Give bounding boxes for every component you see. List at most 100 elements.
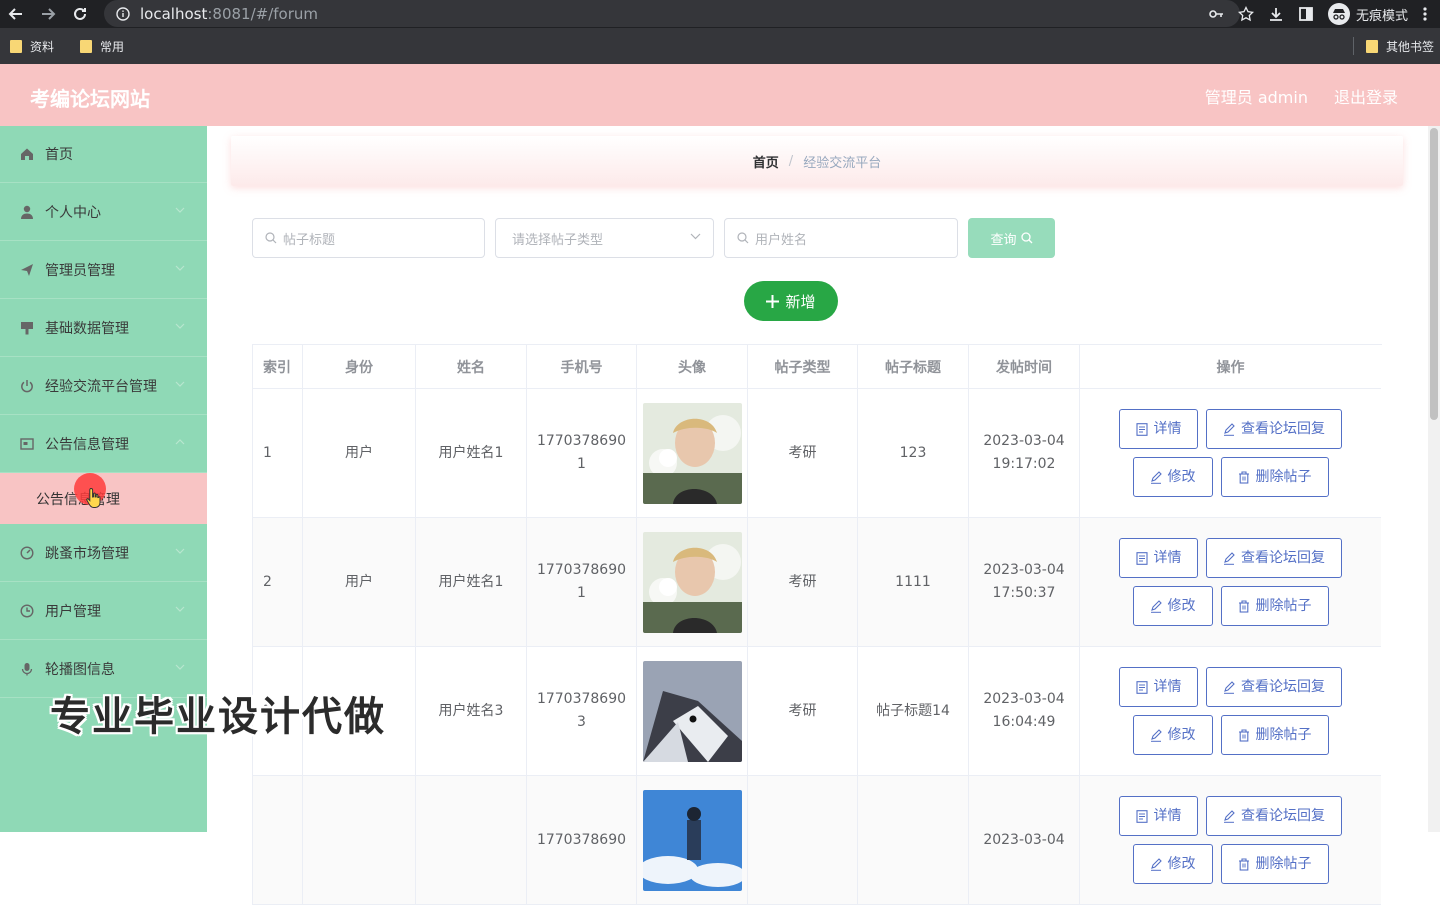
query-label: 查询 xyxy=(990,232,1017,248)
breadcrumb-home[interactable]: 首页 xyxy=(753,152,779,171)
cell-type: 考研 xyxy=(748,518,858,647)
breadcrumb-current: 经验交流平台 xyxy=(803,155,882,171)
avatar-image[interactable] xyxy=(642,789,742,891)
query-button[interactable]: 查询 xyxy=(968,218,1055,258)
delete-label: 删除帖子 xyxy=(1255,468,1312,485)
cell-name: 用户姓名1 xyxy=(416,389,527,518)
view-replies-button[interactable]: 查看论坛回复 xyxy=(1206,796,1342,836)
document-icon xyxy=(1135,680,1148,694)
sidebar-item-admins[interactable]: 管理员管理 xyxy=(0,241,207,299)
sidebar-item-label: 基础数据管理 xyxy=(45,320,129,337)
avatar-image[interactable] xyxy=(642,531,742,633)
cell-phone: 1770378690 xyxy=(527,776,637,905)
view-replies-button[interactable]: 查看论坛回复 xyxy=(1206,538,1342,578)
column-header-index: 索引 xyxy=(253,345,303,389)
edit-icon xyxy=(1150,599,1162,613)
logout-link[interactable]: 退出登录 xyxy=(1334,84,1398,108)
download-icon[interactable] xyxy=(1268,6,1284,22)
back-button[interactable] xyxy=(0,0,32,28)
site-title: 考编论坛网站 xyxy=(30,87,150,111)
other-bookmarks[interactable]: 其他书签 xyxy=(1352,28,1434,64)
sidebar-subitem-notice-manage[interactable]: 公告信息管理 xyxy=(0,473,207,524)
sidepanel-icon[interactable] xyxy=(1298,6,1314,22)
action-row-1: 详情 查看论坛回复 xyxy=(1119,667,1342,707)
delete-button[interactable]: 删除帖子 xyxy=(1220,586,1329,626)
document-icon xyxy=(1135,422,1148,436)
sidebar-item-label: 用户管理 xyxy=(45,603,101,620)
action-row-2: 修改 删除帖子 xyxy=(1132,586,1329,626)
sidebar-item-label: 公告信息管理 xyxy=(45,436,129,453)
sidebar-item-basic-data[interactable]: 基础数据管理 xyxy=(0,299,207,357)
app-header: 考编论坛网站 管理员 admin 退出登录 xyxy=(0,64,1440,126)
notice-icon xyxy=(20,437,34,451)
post-type-select[interactable]: 请选择帖子类型 xyxy=(495,218,714,258)
detail-button[interactable]: 详情 xyxy=(1119,409,1198,449)
view-replies-button[interactable]: 查看论坛回复 xyxy=(1206,409,1342,449)
address-bar[interactable]: localhost:8081/#/forum xyxy=(104,0,1240,27)
post-time: 17:50:37 xyxy=(992,585,1056,601)
trash-icon xyxy=(1238,599,1249,613)
action-buttons: 详情 查看论坛回复修改 删除帖子 xyxy=(1119,409,1342,497)
sidebar-item-profile[interactable]: 个人中心 xyxy=(0,183,207,241)
url-text: localhost:8081/#/forum xyxy=(140,5,318,23)
cell-avatar xyxy=(637,518,748,647)
edit-button[interactable]: 修改 xyxy=(1132,844,1213,884)
trash-icon xyxy=(1238,728,1249,742)
cell-time: 2023-03-04 16:04:49 xyxy=(969,647,1080,776)
detail-button[interactable]: 详情 xyxy=(1119,538,1198,578)
edit-label: 修改 xyxy=(1167,855,1196,872)
cell-name xyxy=(416,776,527,905)
column-header-actions: 操作 xyxy=(1080,345,1381,389)
phone-line-1: 1770378690 xyxy=(536,691,627,707)
cell-role xyxy=(303,776,416,905)
delete-button[interactable]: 删除帖子 xyxy=(1220,457,1329,497)
cell-actions: 详情 查看论坛回复修改 删除帖子 xyxy=(1080,389,1381,518)
post-title-input[interactable]: 帖子标题 xyxy=(252,218,485,258)
action-buttons: 详情 查看论坛回复修改 删除帖子 xyxy=(1119,667,1342,755)
incognito-indicator[interactable]: 无痕模式 xyxy=(1327,3,1408,25)
cell-type xyxy=(748,776,858,905)
hand-cursor-icon xyxy=(86,487,101,508)
edit-button[interactable]: 修改 xyxy=(1132,457,1213,497)
star-icon[interactable] xyxy=(1237,6,1254,22)
delete-button[interactable]: 删除帖子 xyxy=(1220,844,1329,884)
bookmark-folder-2[interactable]: 常用 xyxy=(80,38,124,55)
avatar-image[interactable] xyxy=(642,402,742,504)
avatar-image[interactable] xyxy=(642,660,742,762)
reload-icon xyxy=(74,7,86,20)
add-button[interactable]: 新增 xyxy=(744,281,838,321)
delete-button[interactable]: 删除帖子 xyxy=(1220,715,1329,755)
sidebar-item-home[interactable]: 首页 xyxy=(0,126,207,183)
sidebar-item-users[interactable]: 用户管理 xyxy=(0,582,207,640)
key-icon[interactable] xyxy=(1208,6,1224,22)
kebab-menu-icon[interactable] xyxy=(1422,6,1428,22)
delete-label: 删除帖子 xyxy=(1255,726,1312,743)
sidebar-item-label: 管理员管理 xyxy=(45,262,115,279)
action-row-1: 详情 查看论坛回复 xyxy=(1119,796,1342,836)
power-icon xyxy=(20,379,34,393)
detail-button[interactable]: 详情 xyxy=(1119,796,1198,836)
trash-icon xyxy=(1238,857,1249,871)
reload-button[interactable] xyxy=(64,0,96,28)
post-time: 16:04:49 xyxy=(992,714,1056,730)
forward-button[interactable] xyxy=(32,0,64,28)
sidebar-item-market[interactable]: 跳蚤市场管理 xyxy=(0,524,207,582)
view-replies-button[interactable]: 查看论坛回复 xyxy=(1206,667,1342,707)
sidebar-item-forum-admin[interactable]: 经验交流平台管理 xyxy=(0,357,207,415)
scrollbar-thumb[interactable] xyxy=(1430,128,1438,420)
detail-button[interactable]: 详情 xyxy=(1119,667,1198,707)
cell-phone: 1770378690 3 xyxy=(527,647,637,776)
user-name-input[interactable]: 用户姓名 xyxy=(724,218,958,258)
edit-button[interactable]: 修改 xyxy=(1132,586,1213,626)
send-icon xyxy=(20,263,34,277)
cell-title: 1111 xyxy=(858,518,969,647)
action-row-2: 修改 删除帖子 xyxy=(1132,457,1329,497)
action-buttons: 详情 查看论坛回复修改 删除帖子 xyxy=(1119,796,1342,884)
other-bookmarks-label: 其他书签 xyxy=(1385,39,1434,54)
sidebar-item-notices[interactable]: 公告信息管理 xyxy=(0,415,207,473)
cell-index xyxy=(253,776,303,905)
column-header-time: 发帖时间 xyxy=(969,345,1080,389)
bookmark-folder-1[interactable]: 资料 xyxy=(10,38,54,55)
edit-button[interactable]: 修改 xyxy=(1132,715,1213,755)
user-name-placeholder: 用户姓名 xyxy=(755,232,808,248)
